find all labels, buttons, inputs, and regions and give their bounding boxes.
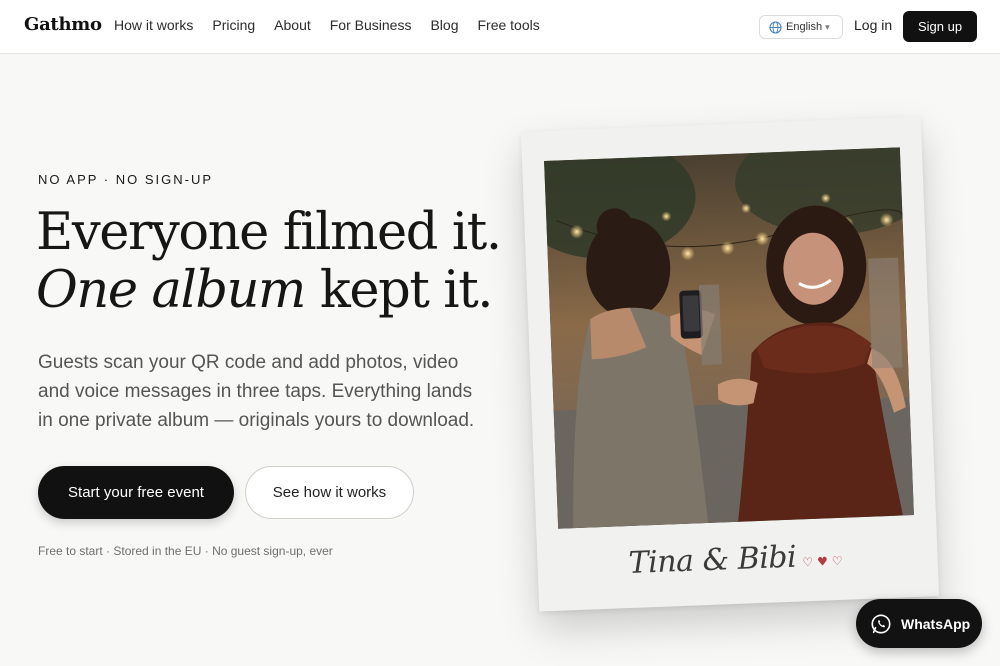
headline-line-2: One album kept it.: [36, 262, 516, 320]
event-photo-illustration: [544, 147, 914, 529]
polaroid-caption: Tina & Bibi ♡♥♡: [537, 534, 938, 584]
headline-line-1: Everyone filmed it.: [36, 203, 502, 262]
language-selector[interactable]: English ▾: [759, 15, 843, 39]
nav-link-about[interactable]: About: [274, 17, 311, 33]
nav-links: How it works Pricing About For Business …: [114, 17, 559, 33]
nav-link-free-tools[interactable]: Free tools: [477, 17, 539, 33]
logo[interactable]: Gathmo: [24, 14, 102, 35]
headline-italic: One album: [36, 261, 306, 320]
whatsapp-label: WhatsApp: [901, 615, 971, 632]
hero-headline: Everyone filmed it. One album kept it.: [36, 204, 516, 320]
hero-description: Guests scan your QR code and add photos,…: [38, 352, 475, 431]
nav-link-pricing[interactable]: Pricing: [212, 17, 255, 33]
headline-line-2-rest: kept it.: [305, 261, 494, 320]
signup-button[interactable]: Sign up: [903, 11, 977, 42]
couple-names: Tina & Bibi: [628, 539, 797, 582]
whatsapp-chat-button[interactable]: WhatsApp: [856, 599, 982, 648]
nav-link-how-it-works[interactable]: How it works: [114, 17, 193, 33]
chevron-down-icon: ▾: [825, 21, 830, 32]
see-how-it-works-button[interactable]: See how it works: [245, 466, 414, 519]
hero-fineprint: Free to start · Stored in the EU · No gu…: [38, 544, 333, 558]
polaroid-card: Tina & Bibi ♡♥♡: [520, 116, 940, 612]
globe-icon: [769, 20, 782, 34]
top-nav: Gathmo How it works Pricing About For Bu…: [0, 0, 1000, 54]
language-label: English: [786, 21, 823, 33]
start-free-event-button[interactable]: Start your free event: [38, 466, 234, 519]
whatsapp-icon: [871, 613, 891, 634]
login-link[interactable]: Log in: [854, 17, 892, 33]
nav-link-for-business[interactable]: For Business: [330, 17, 412, 33]
hero-eyebrow: NO APP · NO SIGN-UP: [38, 172, 214, 187]
event-photo: [544, 147, 914, 529]
hearts-icon: ♡♥♡: [802, 553, 847, 570]
nav-link-blog[interactable]: Blog: [430, 17, 458, 33]
